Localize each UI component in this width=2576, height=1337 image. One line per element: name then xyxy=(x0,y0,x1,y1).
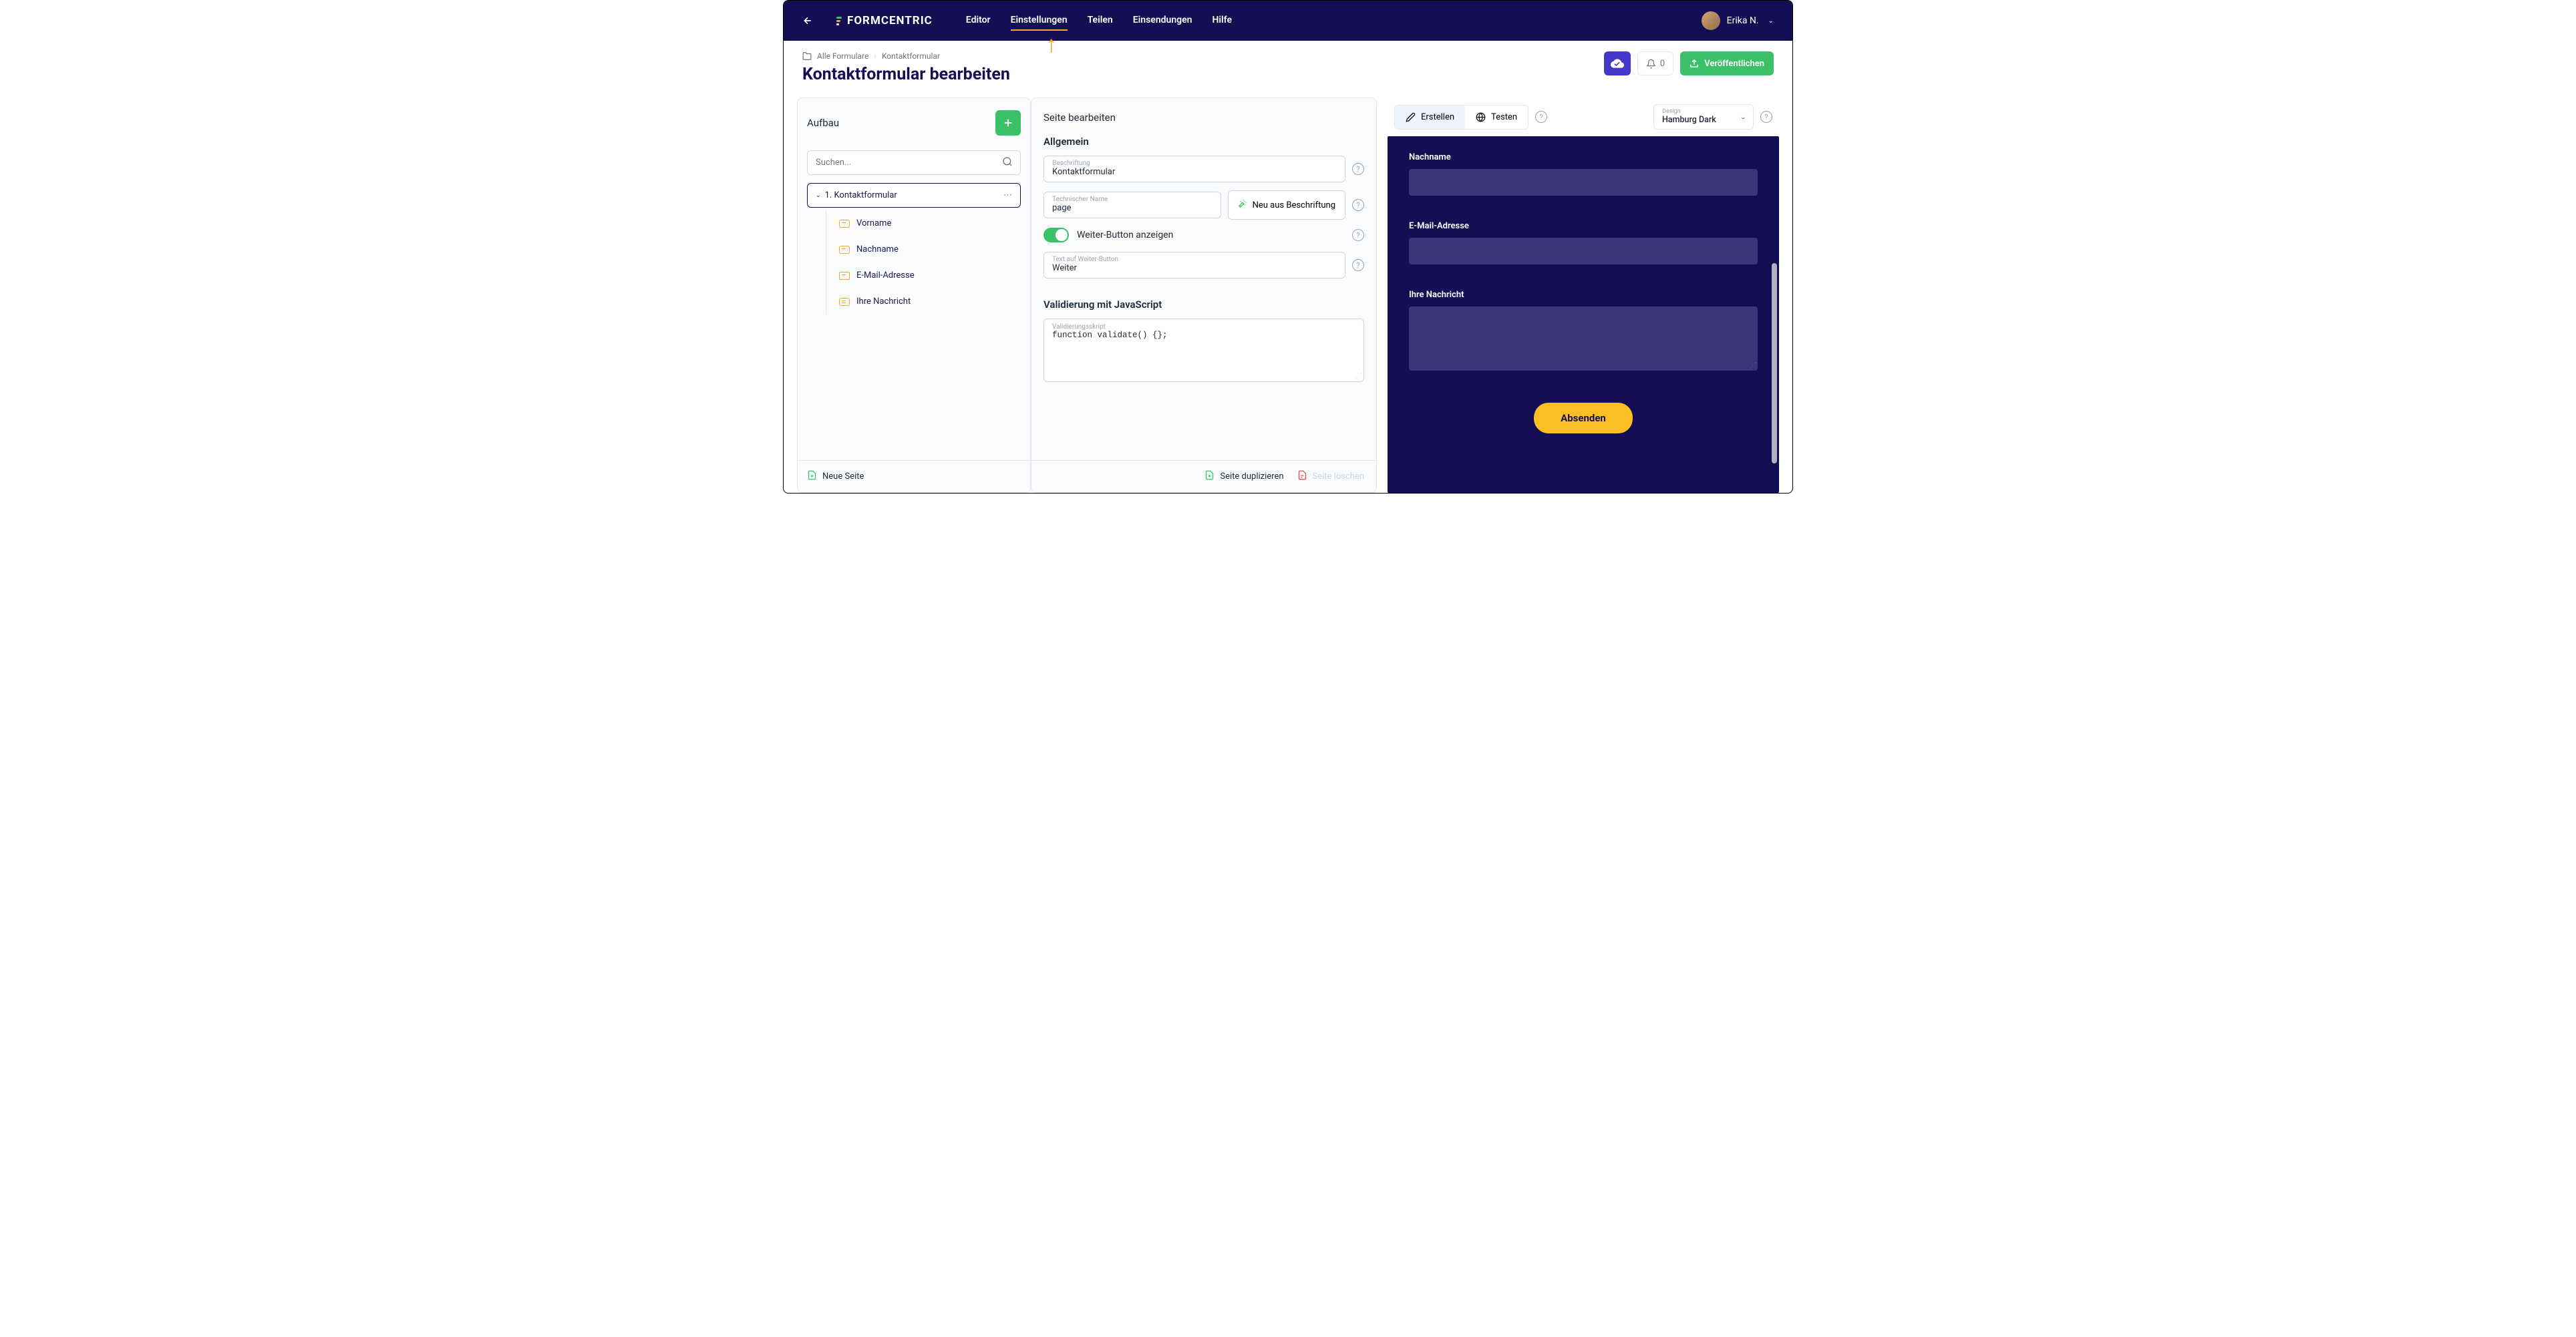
submit-button[interactable]: Absenden xyxy=(1534,403,1633,433)
new-page-button[interactable]: Neue Seite xyxy=(807,470,864,483)
preview-nachricht-label: Ihre Nachricht xyxy=(1409,290,1758,300)
text-field-icon xyxy=(839,220,850,228)
publish-button[interactable]: Veröffentlichen xyxy=(1680,51,1774,75)
page-title: Kontaktformular bearbeiten xyxy=(802,65,1010,84)
nav-hilfe[interactable]: Hilfe xyxy=(1212,11,1232,31)
help-icon[interactable]: ? xyxy=(1352,259,1364,271)
preview-nachname-input[interactable] xyxy=(1409,169,1758,196)
nav-einsendungen[interactable]: Einsendungen xyxy=(1133,11,1192,31)
nav-teilen[interactable]: Teilen xyxy=(1088,11,1113,31)
duplicate-page-button[interactable]: Seite duplizieren xyxy=(1204,470,1283,483)
search-input[interactable] xyxy=(807,150,1021,175)
user-avatar[interactable] xyxy=(1702,11,1720,30)
tree-field-email[interactable]: E-Mail-Adresse xyxy=(807,262,1021,289)
chevron-down-icon: ⌄ xyxy=(816,192,821,199)
validation-script-field[interactable]: Validierungsskript function validate() {… xyxy=(1043,319,1364,382)
tree-field-nachname[interactable]: Nachname xyxy=(807,236,1021,262)
plus-page-icon xyxy=(807,470,817,483)
nav-editor[interactable]: Editor xyxy=(966,11,991,31)
breadcrumb-root[interactable]: Alle Formulare xyxy=(817,51,868,61)
duplicate-icon xyxy=(1204,470,1215,483)
preview-nachricht-textarea[interactable]: ⋰ xyxy=(1409,307,1758,371)
weiter-text-field[interactable]: Text auf Weiter-Button Weiter xyxy=(1043,252,1345,278)
resize-handle-icon[interactable]: ⋰ xyxy=(1355,373,1362,380)
help-icon[interactable]: ? xyxy=(1760,111,1772,123)
back-button[interactable] xyxy=(802,15,813,26)
notifications-button[interactable]: 0 xyxy=(1637,51,1673,75)
scrollbar[interactable] xyxy=(1772,263,1777,463)
brand-logo: FORMCENTRIC xyxy=(836,14,933,27)
beschriftung-field[interactable]: Beschriftung Kontaktformular xyxy=(1043,156,1345,182)
new-from-label-button[interactable]: Neu aus Beschriftung xyxy=(1228,190,1345,220)
nav-einstellungen[interactable]: Einstellungen xyxy=(1011,11,1068,31)
textarea-field-icon xyxy=(839,298,850,306)
toggle-label: Weiter-Button anzeigen xyxy=(1077,230,1344,240)
preview-nachname-label: Nachname xyxy=(1409,152,1758,162)
help-icon[interactable]: ? xyxy=(1352,163,1364,175)
user-name: Erika N. xyxy=(1727,15,1759,26)
more-icon[interactable]: ⋯ xyxy=(1003,190,1012,200)
breadcrumb-current: Kontaktformular xyxy=(882,51,940,61)
design-select[interactable]: Design Hamburg Dark ⌄ xyxy=(1653,104,1754,130)
add-element-button[interactable] xyxy=(995,110,1021,136)
wand-icon xyxy=(1238,199,1247,211)
breadcrumb: Alle Formulare › Kontaktformular xyxy=(802,51,1010,61)
chevron-down-icon: ⌄ xyxy=(1740,113,1746,122)
help-icon[interactable]: ? xyxy=(1352,229,1364,241)
delete-icon xyxy=(1297,470,1307,483)
preview-email-input[interactable] xyxy=(1409,238,1758,264)
section-general: Allgemein xyxy=(1031,136,1376,156)
help-icon[interactable]: ? xyxy=(1535,111,1547,123)
search-icon xyxy=(1002,156,1013,170)
text-field-icon xyxy=(839,246,850,254)
tab-erstellen[interactable]: Erstellen xyxy=(1395,106,1465,129)
save-cloud-button[interactable] xyxy=(1604,51,1631,75)
section-validation: Validierung mit JavaScript xyxy=(1031,286,1376,319)
email-field-icon xyxy=(839,272,850,280)
tab-testen[interactable]: Testen xyxy=(1465,106,1528,129)
weiter-button-toggle[interactable] xyxy=(1043,228,1069,242)
tree-field-nachricht[interactable]: Ihre Nachricht xyxy=(807,289,1021,315)
tree-field-vorname[interactable]: Vorname xyxy=(807,210,1021,236)
aufbau-title: Aufbau xyxy=(807,117,839,129)
technischer-name-field[interactable]: Technischer Name page xyxy=(1043,192,1221,218)
delete-page-button[interactable]: Seite löschen xyxy=(1297,470,1364,483)
user-menu-chevron-icon[interactable]: ⌄ xyxy=(1768,17,1774,25)
annotation-arrow-icon: ↑ xyxy=(1045,33,1058,56)
edit-panel-title: Seite bearbeiten xyxy=(1031,98,1376,136)
help-icon[interactable]: ? xyxy=(1352,199,1364,211)
resize-handle-icon[interactable]: ⋰ xyxy=(1750,362,1756,369)
tree-root-item[interactable]: ⌄ 1. Kontaktformular ⋯ xyxy=(807,183,1021,208)
preview-email-label: E-Mail-Adresse xyxy=(1409,221,1758,231)
